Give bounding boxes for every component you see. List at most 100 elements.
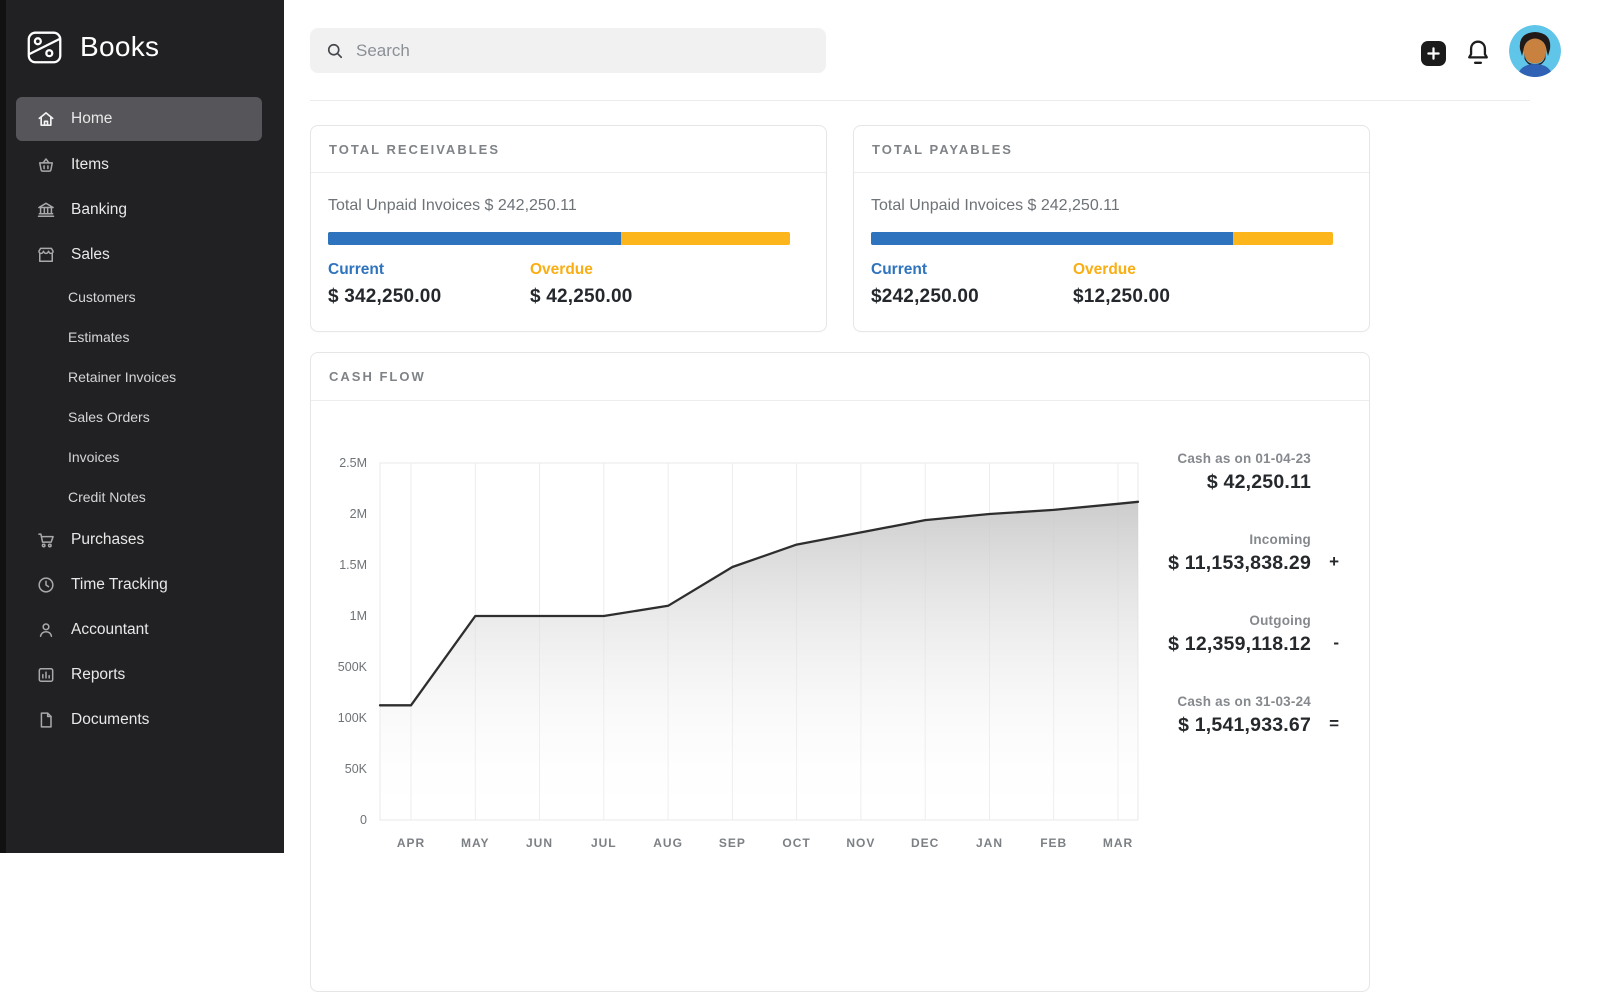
home-icon bbox=[36, 109, 56, 129]
svg-text:2.5M: 2.5M bbox=[339, 456, 367, 470]
card-body: Total Unpaid Invoices $ 242,250.11 Curre… bbox=[311, 173, 826, 308]
svg-text:NOV: NOV bbox=[846, 836, 875, 850]
add-new-button[interactable] bbox=[1421, 41, 1446, 66]
payables-progress-bar bbox=[871, 232, 1333, 245]
svg-text:JUL: JUL bbox=[591, 836, 617, 850]
summary-item-incoming: Incoming $ 11,153,838.29 + bbox=[1111, 532, 1341, 575]
sidebar-item-reports[interactable]: Reports bbox=[0, 652, 284, 697]
sidebar-item-banking[interactable]: Banking bbox=[0, 187, 284, 232]
svg-text:50K: 50K bbox=[345, 762, 368, 776]
svg-text:SEP: SEP bbox=[719, 836, 746, 850]
topbar bbox=[284, 0, 1600, 101]
receivables-progress-bar bbox=[328, 232, 790, 245]
svg-text:100K: 100K bbox=[338, 711, 368, 725]
avatar[interactable] bbox=[1509, 25, 1561, 77]
search-box[interactable] bbox=[310, 28, 826, 73]
svg-text:FEB: FEB bbox=[1040, 836, 1067, 850]
svg-text:0: 0 bbox=[360, 813, 367, 827]
svg-text:JAN: JAN bbox=[976, 836, 1003, 850]
svg-text:2M: 2M bbox=[350, 507, 367, 521]
svg-text:OCT: OCT bbox=[782, 836, 810, 850]
card-title: TOTAL RECEIVABLES bbox=[329, 142, 500, 157]
sidebar-item-items[interactable]: Items bbox=[0, 142, 284, 187]
current-amount: $242,250.00 bbox=[871, 286, 1073, 308]
current-segment bbox=[871, 232, 1233, 245]
sidebar-item-invoices[interactable]: Invoices bbox=[0, 437, 284, 477]
plus-sign: + bbox=[1329, 552, 1339, 572]
current-segment bbox=[328, 232, 621, 245]
summary-item-outgoing: Outgoing $ 12,359,118.12 - bbox=[1111, 613, 1341, 656]
cash-flow-chart-area: 050K100K500K1M1.5M2M2.5MAPRMAYJUNJULAUGS… bbox=[311, 448, 1151, 868]
card-header: TOTAL PAYABLES bbox=[854, 126, 1369, 173]
app-title: Books bbox=[80, 31, 159, 63]
sidebar-item-label: Sales bbox=[71, 246, 110, 264]
store-icon bbox=[36, 245, 56, 265]
document-icon bbox=[36, 710, 56, 730]
svg-text:500K: 500K bbox=[338, 660, 368, 674]
basket-icon bbox=[36, 155, 56, 175]
summary-item-closing: Cash as on 31-03-24 $ 1,541,933.67 = bbox=[1111, 694, 1341, 737]
current-amount: $ 342,250.00 bbox=[328, 286, 530, 308]
equals-sign: = bbox=[1329, 714, 1339, 734]
total-receivables-card: TOTAL RECEIVABLES Total Unpaid Invoices … bbox=[310, 125, 827, 332]
svg-text:DEC: DEC bbox=[911, 836, 939, 850]
search-icon bbox=[325, 41, 345, 61]
sidebar-item-time-tracking[interactable]: Time Tracking bbox=[0, 562, 284, 607]
minus-sign: - bbox=[1333, 633, 1339, 653]
card-header: CASH FLOW bbox=[311, 353, 1369, 401]
sidebar-item-sales[interactable]: Sales bbox=[0, 232, 284, 277]
cashflow-chart: 050K100K500K1M1.5M2M2.5MAPRMAYJUNJULAUGS… bbox=[311, 448, 1151, 868]
sidebar-item-credit-notes[interactable]: Credit Notes bbox=[0, 477, 284, 517]
cash-flow-card: CASH FLOW 050K100K500K1M1.5M2M2.5MAPRMAY… bbox=[310, 352, 1370, 992]
card-body: Total Unpaid Invoices $ 242,250.11 Curre… bbox=[854, 173, 1369, 308]
search-input[interactable] bbox=[356, 41, 796, 61]
overdue-block: Overdue $12,250.00 bbox=[1073, 261, 1275, 308]
current-block: Current $242,250.00 bbox=[871, 261, 1073, 308]
sidebar-nav: Home Items Banking bbox=[0, 96, 284, 742]
sidebar-item-label: Banking bbox=[71, 201, 127, 219]
svg-text:MAR: MAR bbox=[1103, 836, 1133, 850]
sidebar-item-label: Time Tracking bbox=[71, 576, 168, 594]
sidebar-item-label: Accountant bbox=[71, 621, 149, 639]
current-label: Current bbox=[871, 261, 1073, 279]
active-pill: Home bbox=[16, 97, 262, 141]
svg-text:JUN: JUN bbox=[526, 836, 553, 850]
sidebar-item-documents[interactable]: Documents bbox=[0, 697, 284, 742]
current-block: Current $ 342,250.00 bbox=[328, 261, 530, 308]
sidebar-item-retainer-invoices[interactable]: Retainer Invoices bbox=[0, 357, 284, 397]
total-payables-card: TOTAL PAYABLES Total Unpaid Invoices $ 2… bbox=[853, 125, 1370, 332]
unpaid-invoices-text: Total Unpaid Invoices $ 242,250.11 bbox=[328, 197, 790, 215]
sidebar-item-label: Reports bbox=[71, 666, 125, 684]
card-title: CASH FLOW bbox=[329, 369, 426, 384]
sidebar: Books Home Items bbox=[0, 0, 284, 853]
overdue-amount: $ 42,250.00 bbox=[530, 286, 732, 308]
sidebar-item-estimates[interactable]: Estimates bbox=[0, 317, 284, 357]
unpaid-invoices-text: Total Unpaid Invoices $ 242,250.11 bbox=[871, 197, 1333, 215]
sidebar-item-accountant[interactable]: Accountant bbox=[0, 607, 284, 652]
overdue-amount: $12,250.00 bbox=[1073, 286, 1275, 308]
sidebar-item-home[interactable]: Home bbox=[0, 96, 284, 142]
sidebar-item-customers[interactable]: Customers bbox=[0, 277, 284, 317]
current-label: Current bbox=[328, 261, 530, 279]
bank-icon bbox=[36, 200, 56, 220]
card-title: TOTAL PAYABLES bbox=[872, 142, 1013, 157]
card-header: TOTAL RECEIVABLES bbox=[311, 126, 826, 173]
svg-text:1.5M: 1.5M bbox=[339, 558, 367, 572]
sidebar-item-label: Items bbox=[71, 156, 109, 174]
sidebar-item-label: Purchases bbox=[71, 531, 144, 549]
topbar-divider bbox=[310, 100, 1530, 101]
notifications-button[interactable] bbox=[1464, 38, 1494, 70]
overdue-label: Overdue bbox=[1073, 261, 1275, 279]
overdue-block: Overdue $ 42,250.00 bbox=[530, 261, 732, 308]
overdue-label: Overdue bbox=[530, 261, 732, 279]
books-logo-icon bbox=[24, 26, 66, 68]
summary-item-opening: Cash as on 01-04-23 $ 42,250.11 bbox=[1111, 451, 1341, 494]
bar-chart-icon bbox=[36, 665, 56, 685]
bell-icon bbox=[1464, 38, 1492, 68]
sidebar-item-label: Home bbox=[71, 110, 112, 128]
clock-icon bbox=[36, 575, 56, 595]
plus-icon bbox=[1427, 47, 1440, 60]
sidebar-item-sales-orders[interactable]: Sales Orders bbox=[0, 397, 284, 437]
sidebar-item-purchases[interactable]: Purchases bbox=[0, 517, 284, 562]
app-logo[interactable]: Books bbox=[0, 0, 284, 68]
